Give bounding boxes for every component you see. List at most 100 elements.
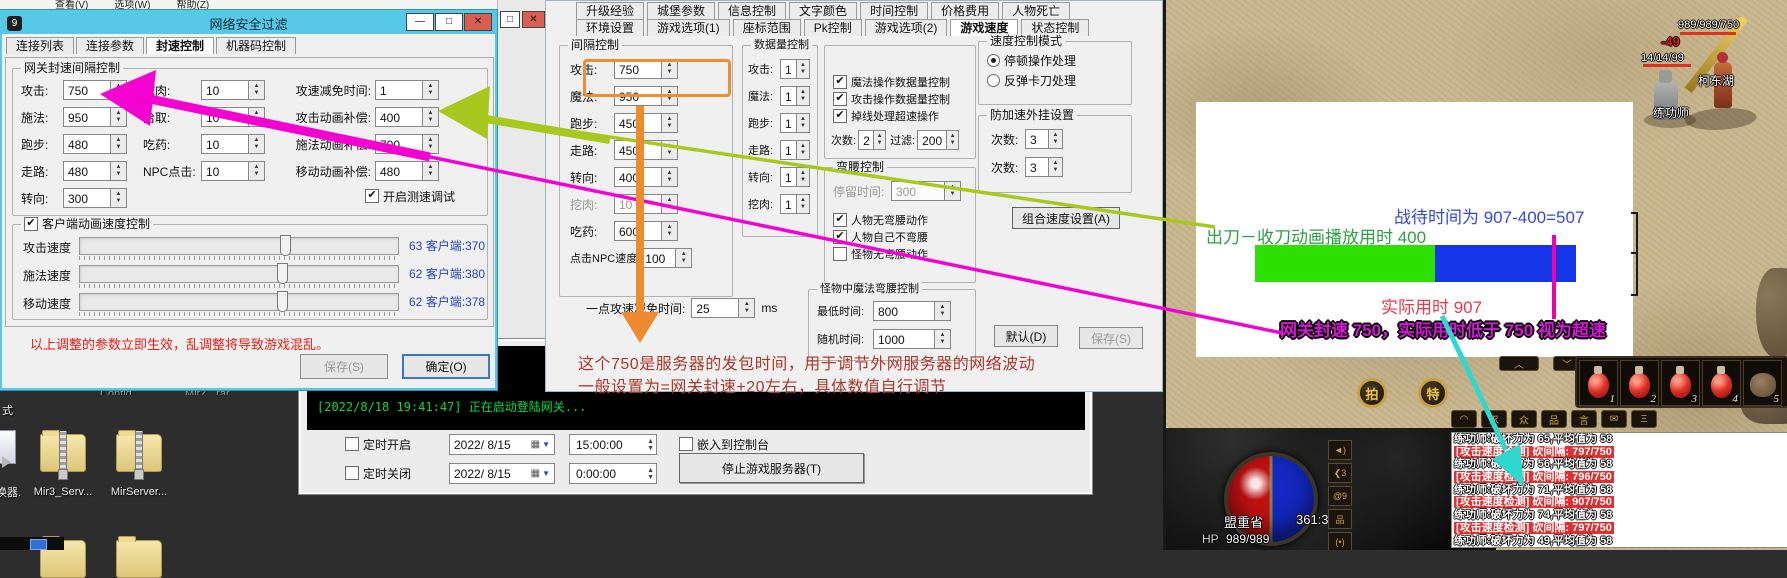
spinner-arrows[interactable] — [675, 249, 691, 267]
spinner-arrows[interactable] — [661, 222, 677, 240]
run-interval-spinner[interactable]: 450 — [614, 113, 678, 133]
spinner-arrows[interactable] — [661, 168, 677, 186]
filter-spinner[interactable]: 200 — [917, 130, 959, 150]
bounce-mode-radio[interactable] — [987, 74, 1000, 87]
zip-folder-icon[interactable] — [116, 434, 162, 472]
hud-sound-button[interactable]: ◄) — [1328, 440, 1352, 460]
close-timer-checkbox[interactable] — [345, 466, 359, 480]
hud-signal-button[interactable]: (•) — [1328, 532, 1352, 550]
tab-text-color[interactable]: 文字颜色 — [789, 2, 857, 19]
data-run-spinner[interactable]: 1 — [780, 113, 810, 133]
spinner-arrows[interactable] — [1048, 130, 1062, 148]
cast-anim-spinner[interactable]: 700 — [375, 134, 439, 154]
data-walk-spinner[interactable]: 1 — [780, 140, 810, 160]
count-spinner[interactable]: 2 — [858, 130, 886, 150]
attack-anim-spinner[interactable]: 400 — [375, 107, 439, 127]
minimize-button[interactable]: — — [406, 13, 434, 31]
spinner-arrows[interactable] — [796, 168, 809, 186]
tab-castle-params[interactable]: 城堡参数 — [647, 2, 715, 19]
spinner-arrows[interactable] — [248, 108, 264, 126]
tab-player-death[interactable]: 人物死亡 — [1002, 2, 1070, 19]
data-attack-spinner[interactable]: 1 — [780, 59, 810, 79]
magic-data-checkbox[interactable] — [833, 75, 847, 89]
spinner-arrows[interactable] — [944, 182, 960, 200]
anti-count-spinner[interactable]: 3 — [1025, 129, 1063, 149]
open-timer-checkbox[interactable] — [345, 437, 359, 451]
save-button[interactable]: 保存(S) — [300, 354, 388, 379]
te-button[interactable]: 特 — [1418, 378, 1448, 408]
hud-chat-button[interactable]: @9 — [1328, 486, 1352, 506]
spinner-arrows[interactable] — [661, 195, 677, 213]
spinner-arrows[interactable] — [422, 162, 438, 180]
zip-folder-icon[interactable] — [40, 434, 86, 472]
taskbar[interactable] — [0, 537, 64, 550]
monster-no-bend-checkbox[interactable] — [833, 247, 847, 261]
taskbar-window-icon[interactable] — [30, 539, 47, 550]
move-speed-slider[interactable] — [79, 293, 399, 311]
dig-interval-spinner[interactable]: 10 — [614, 194, 678, 214]
close-time-field[interactable]: 0:00:00 ▲▼ — [569, 463, 657, 484]
spinner-arrows[interactable] — [422, 135, 438, 153]
spinner-arrows[interactable] — [110, 189, 126, 207]
time-spinner-arrows[interactable]: ▲▼ — [647, 438, 654, 452]
desktop-icon-label[interactable]: Mir3_Serv... — [28, 486, 98, 498]
slider-thumb[interactable] — [277, 263, 288, 284]
move-anim-spinner[interactable]: 480 — [375, 161, 439, 181]
spinner-arrows[interactable] — [934, 330, 950, 348]
turn-interval-spinner[interactable]: 300 — [63, 188, 127, 208]
spinner-arrows[interactable] — [796, 60, 809, 78]
slider-thumb[interactable] — [277, 291, 288, 312]
spinner-arrows[interactable] — [796, 114, 809, 132]
belt-slot[interactable]: 4 — [1702, 360, 1741, 406]
stay-time-spinner[interactable]: 300 — [891, 181, 961, 201]
spinner-arrows[interactable] — [796, 141, 809, 159]
attack-data-checkbox[interactable] — [833, 92, 847, 106]
belt-slot[interactable]: 1 — [1579, 360, 1618, 406]
dig-interval-spinner[interactable]: 10 — [201, 80, 265, 100]
spinner-arrows[interactable] — [738, 299, 754, 317]
guild-icon[interactable]: 品 — [1541, 410, 1567, 428]
maximize-button[interactable]: □ — [435, 13, 463, 31]
chat-log[interactable]: 练功师:破坏力为 65,平均值为 58 [攻击速度检测] 砍间隔: 797/75… — [1451, 432, 1787, 548]
spinner-arrows[interactable] — [422, 81, 438, 99]
data-dig-spinner[interactable]: 1 — [780, 194, 810, 214]
anti-count-spinner[interactable]: 3 — [1025, 157, 1063, 177]
pause-mode-radio[interactable] — [987, 54, 1000, 67]
pai-button[interactable]: 拍 — [1357, 378, 1387, 408]
open-time-field[interactable]: 15:00:00 ▲▼ — [569, 434, 657, 455]
background-maximize-button[interactable]: □ — [500, 11, 520, 28]
background-close-button[interactable]: ✕ — [522, 11, 545, 28]
tab-env-settings[interactable]: 环境设置 — [576, 19, 644, 36]
client-anim-checkbox[interactable] — [24, 217, 38, 231]
pickup-interval-spinner[interactable]: 10 — [201, 107, 265, 127]
spinner-arrows[interactable] — [110, 108, 126, 126]
tab-coord-range[interactable]: 座标范围 — [733, 19, 801, 36]
one-point-spinner[interactable]: 25 — [691, 298, 755, 318]
tab-time-control[interactable]: 时间控制 — [860, 2, 928, 19]
spinner-arrows[interactable] — [422, 108, 438, 126]
save-button[interactable]: 保存(S) — [1079, 327, 1143, 349]
combo-speed-button[interactable]: 组合速度设置(A) — [1012, 207, 1120, 229]
tab-pk-control[interactable]: Pk控制 — [804, 19, 862, 36]
spinner-arrows[interactable] — [1048, 158, 1062, 176]
filter-window-titlebar[interactable]: 9 网络安全过滤 — □ ✕ — [2, 12, 495, 34]
tab-price-cost[interactable]: 价格费用 — [931, 2, 999, 19]
ok-button[interactable]: 确定(O) — [402, 354, 490, 379]
no-bend-checkbox[interactable] — [833, 213, 847, 227]
walk-interval-spinner[interactable]: 450 — [614, 140, 678, 160]
random-time-spinner[interactable]: 1000 — [873, 329, 951, 349]
tab-speed-limit[interactable]: 封速控制 — [146, 37, 214, 54]
desktop-icon-label[interactable]: 换器. — [0, 484, 21, 500]
turn-interval-spinner[interactable]: 400 — [614, 167, 678, 187]
spinner-arrows[interactable] — [248, 81, 264, 99]
spinner-arrows[interactable] — [934, 302, 950, 320]
speed-reduce-spinner[interactable]: 1 — [375, 80, 439, 100]
potion-interval-spinner[interactable]: 600 — [614, 221, 678, 241]
cast-interval-spinner[interactable]: 950 — [63, 107, 127, 127]
spinner-arrows[interactable] — [110, 81, 126, 99]
spinner-arrows[interactable] — [661, 114, 677, 132]
chat-icon[interactable]: 言 — [1571, 410, 1597, 428]
belt-slot[interactable]: 5 — [1743, 360, 1782, 406]
attack-interval-spinner[interactable]: 750 — [63, 80, 127, 100]
stop-server-button[interactable]: 停止游戏服务器(T) — [679, 453, 864, 483]
